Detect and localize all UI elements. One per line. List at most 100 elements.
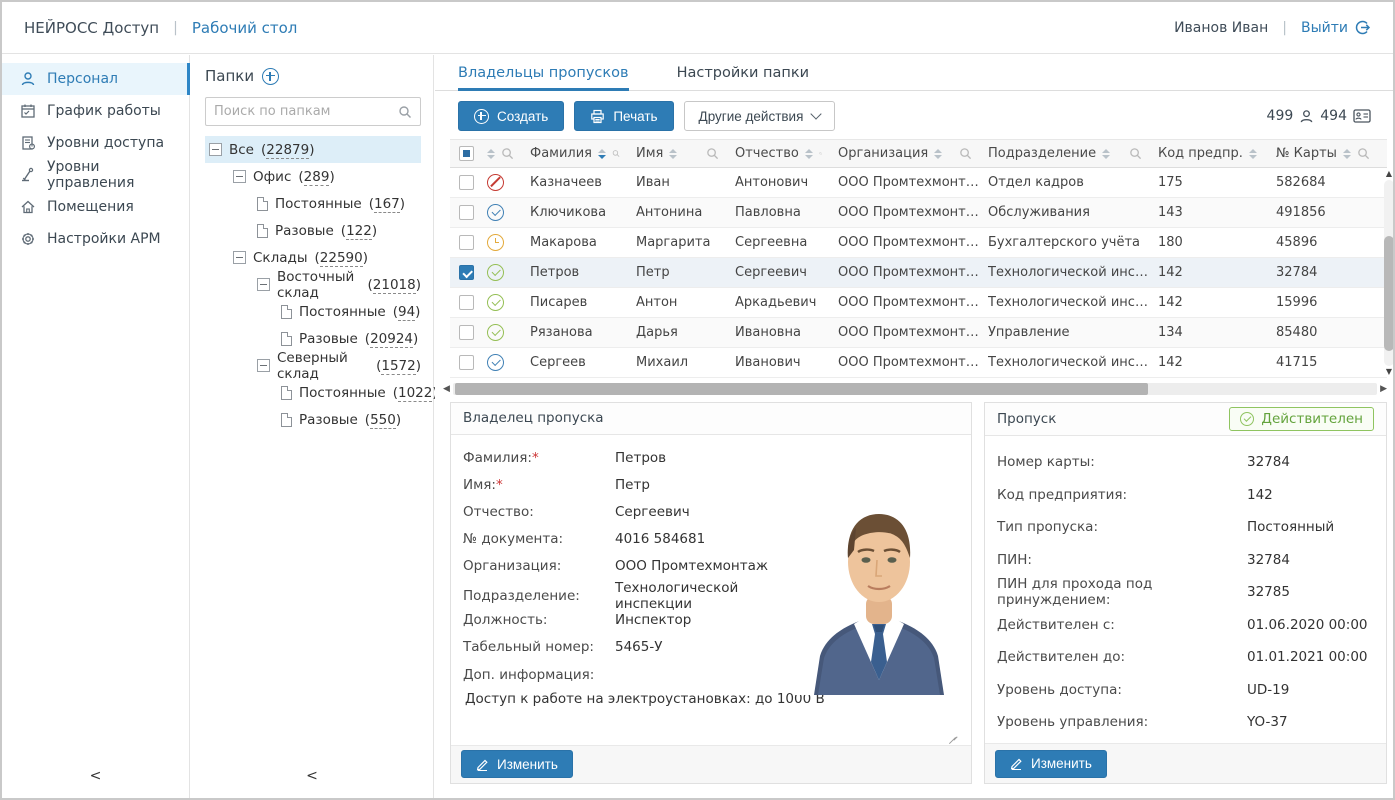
- pencil-icon: [476, 758, 489, 771]
- sort-icon[interactable]: [934, 149, 942, 159]
- search-icon[interactable]: [959, 147, 972, 160]
- sidebar-item-schedule[interactable]: График работы: [2, 95, 189, 127]
- search-icon[interactable]: [501, 147, 514, 160]
- collapse-node-icon[interactable]: [257, 278, 270, 291]
- tree-item-single[interactable]: Разовые122: [205, 217, 421, 244]
- more-actions-button[interactable]: Другие действия: [684, 101, 836, 131]
- sidebar-item-personnel[interactable]: Персонал: [2, 63, 189, 95]
- select-all-checkbox[interactable]: [459, 146, 474, 161]
- row-checkbox[interactable]: [459, 205, 474, 220]
- column-header[interactable]: Организация: [838, 146, 928, 161]
- horizontal-scroll-thumb[interactable]: [455, 383, 1148, 395]
- column-header[interactable]: Фамилия: [530, 146, 592, 161]
- row-checkbox[interactable]: [459, 235, 474, 250]
- required-marker: *: [532, 450, 539, 466]
- table-row[interactable]: Сергеев Михаил Иванович ООО Промтехмонта…: [450, 348, 1387, 378]
- sort-icon[interactable]: [1102, 149, 1110, 159]
- sort-icon[interactable]: [669, 149, 677, 159]
- status-icon: [487, 174, 504, 191]
- table-row[interactable]: Казначеев Иван Антонович ООО Промтехмонт…: [450, 168, 1387, 198]
- sort-icon[interactable]: [805, 149, 813, 159]
- sidebar-item-access-levels[interactable]: Уровни доступа: [2, 127, 189, 159]
- column-header[interactable]: Код предпр.: [1158, 146, 1243, 161]
- tab-pass-owners[interactable]: Владельцы пропусков: [458, 55, 629, 90]
- scroll-down-icon[interactable]: ▼: [1386, 366, 1392, 378]
- document-icon: [257, 197, 268, 211]
- extra-info-textarea[interactable]: Доступ к работе на электроустановках: до…: [463, 687, 959, 745]
- sort-status-icon[interactable]: [487, 149, 495, 159]
- column-header[interactable]: Подразделение: [988, 146, 1096, 161]
- plus-circle-icon: [474, 109, 489, 124]
- sidebar-item-rooms[interactable]: Помещения: [2, 191, 189, 223]
- folders-collapse-button[interactable]: <: [191, 768, 433, 784]
- folder-search-input[interactable]: [214, 104, 398, 119]
- field-value: 32784: [1247, 552, 1374, 568]
- scroll-right-icon[interactable]: ▶: [1380, 384, 1387, 394]
- scroll-left-icon[interactable]: ◀: [443, 384, 450, 394]
- search-icon[interactable]: [706, 147, 719, 160]
- tree-item-permanent[interactable]: Постоянные167: [205, 190, 421, 217]
- tree-item-single[interactable]: Разовые20924: [205, 325, 421, 352]
- row-checkbox[interactable]: [459, 265, 474, 280]
- column-header[interactable]: Имя: [636, 146, 663, 161]
- table-row[interactable]: Ключикова Антонина Павловна ООО Промтехм…: [450, 198, 1387, 228]
- row-checkbox[interactable]: [459, 175, 474, 190]
- toolbar: Создать Печать Другие действия 499 494: [435, 91, 1393, 139]
- status-icon: [487, 324, 504, 341]
- sort-icon[interactable]: [598, 149, 606, 159]
- table-row[interactable]: Писарев Антон Аркадьевич ООО Промтехмонт…: [450, 288, 1387, 318]
- tree-item-east-warehouse[interactable]: Восточный склад21018: [205, 271, 421, 298]
- collapse-node-icon[interactable]: [209, 143, 222, 156]
- search-icon[interactable]: [612, 147, 620, 160]
- sort-icon[interactable]: [1343, 149, 1351, 159]
- sidebar-item-control-levels[interactable]: Уровни управления: [2, 159, 189, 191]
- workspace-link[interactable]: Рабочий стол: [192, 19, 298, 37]
- search-icon[interactable]: [819, 147, 822, 160]
- status-icon: [487, 234, 504, 251]
- tree-item-permanent[interactable]: Постоянные94: [205, 298, 421, 325]
- field-value: Постоянный: [1247, 519, 1374, 535]
- collapse-node-icon[interactable]: [233, 170, 246, 183]
- table-horizontal-scrollbar[interactable]: ◀ ▶: [443, 382, 1387, 396]
- add-folder-icon[interactable]: [262, 68, 279, 85]
- row-checkbox[interactable]: [459, 295, 474, 310]
- row-checkbox[interactable]: [459, 355, 474, 370]
- tree-item-single[interactable]: Разовые550: [205, 406, 421, 433]
- search-icon[interactable]: [1357, 147, 1370, 160]
- search-icon[interactable]: [398, 105, 412, 119]
- column-header[interactable]: Отчество: [735, 146, 799, 161]
- sidebar-collapse-button[interactable]: <: [2, 768, 189, 784]
- vertical-scroll-thumb[interactable]: [1384, 236, 1394, 351]
- table-row-selected[interactable]: Петров Петр Сергеевич ООО Промтехмонтаж …: [450, 258, 1387, 288]
- collapse-node-icon[interactable]: [233, 251, 246, 264]
- table-row[interactable]: Макарова Маргарита Сергеевна ООО Промтех…: [450, 228, 1387, 258]
- table-row[interactable]: Рязанова Дарья Ивановна ООО Промтехмонта…: [450, 318, 1387, 348]
- tab-folder-settings[interactable]: Настройки папки: [677, 55, 810, 90]
- gear-icon: [20, 231, 36, 247]
- document-icon: [281, 332, 292, 346]
- create-button[interactable]: Создать: [458, 101, 564, 131]
- tree-item-north-warehouse[interactable]: Северный склад1572: [205, 352, 421, 379]
- logout-button[interactable]: Выйти: [1301, 19, 1371, 36]
- scroll-up-icon[interactable]: ▲: [1386, 168, 1392, 180]
- print-button[interactable]: Печать: [574, 101, 673, 131]
- collapse-node-icon[interactable]: [257, 359, 270, 372]
- column-header[interactable]: № Карты: [1276, 146, 1337, 161]
- resize-grip-icon[interactable]: [948, 734, 957, 743]
- sidebar-item-arm-settings[interactable]: Настройки АРМ: [2, 223, 189, 255]
- field-value: 4016 584681: [615, 531, 798, 547]
- tree-item-warehouses[interactable]: Склады22590: [205, 244, 421, 271]
- control-levels-icon: [20, 167, 36, 183]
- search-icon[interactable]: [1129, 147, 1142, 160]
- owner-panel-title: Владелец пропуска: [463, 410, 604, 426]
- tree-item-permanent[interactable]: Постоянные1022: [205, 379, 421, 406]
- app-window: НЕЙРОСС Доступ | Рабочий стол Иванов Ива…: [0, 0, 1395, 800]
- tree-item-office[interactable]: Офис289: [205, 163, 421, 190]
- tree-item-all[interactable]: Все22879: [205, 136, 421, 163]
- sort-icon[interactable]: [1249, 149, 1257, 159]
- status-icon: [487, 264, 504, 281]
- edit-owner-button[interactable]: Изменить: [461, 750, 573, 778]
- row-checkbox[interactable]: [459, 325, 474, 340]
- table-vertical-scrollbar[interactable]: ▲ ▼: [1382, 168, 1395, 378]
- edit-pass-button[interactable]: Изменить: [995, 750, 1107, 778]
